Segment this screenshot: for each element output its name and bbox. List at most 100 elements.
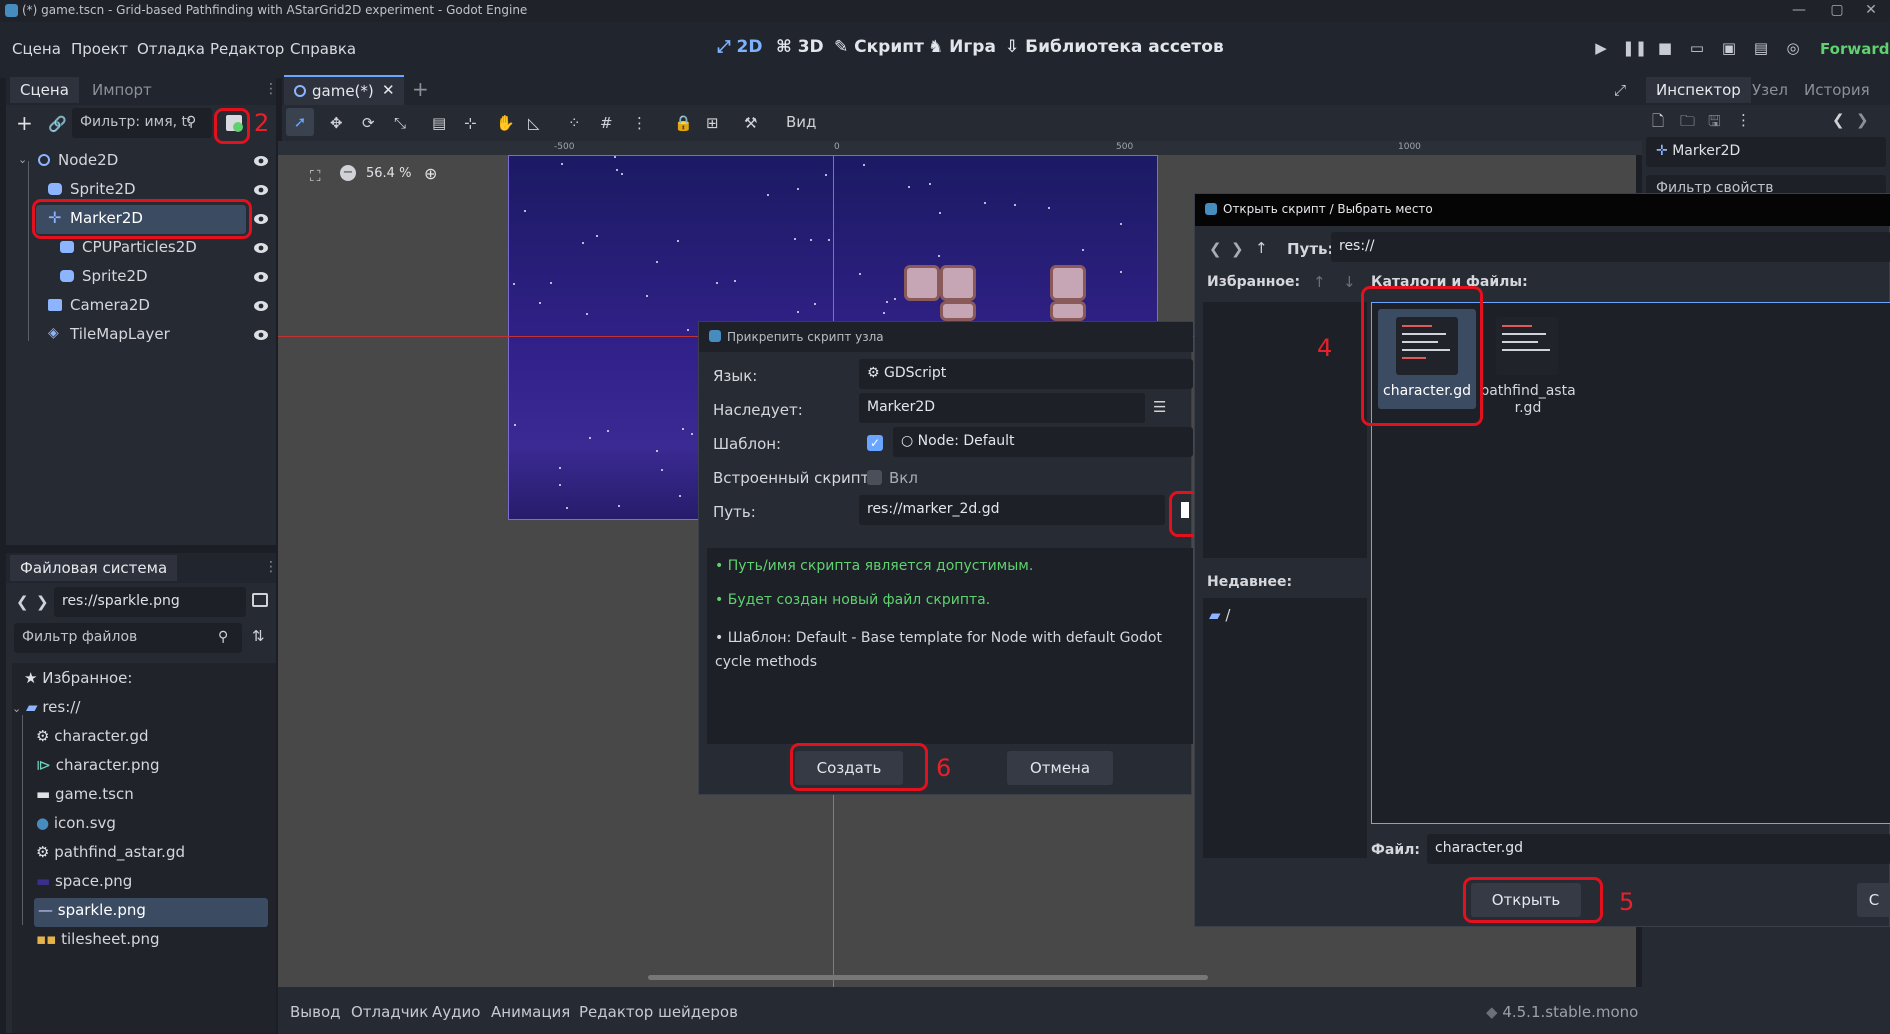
tab-node[interactable]: Узел (1742, 77, 1798, 103)
fs-item[interactable]: ⚙ pathfind_astar.gd (36, 843, 185, 872)
history-back-icon[interactable]: ❮ (1832, 111, 1845, 129)
dialog-cancel-button[interactable]: С (1857, 883, 1890, 917)
select-tool-icon[interactable]: ➚ (286, 108, 314, 136)
fs-item[interactable]: ▬ space.png (36, 872, 132, 901)
dialog-path-input[interactable]: res:// (1331, 232, 1890, 262)
forward-icon[interactable]: ❯ (1231, 240, 1244, 258)
tree-item-camera2d[interactable]: Camera2D (18, 292, 276, 321)
workspace-assetlib-button[interactable]: ⇩ Библиотека ассетов (1005, 37, 1224, 57)
visibility-eye-icon[interactable] (253, 271, 269, 283)
zoom-level[interactable]: 56.4 % (366, 166, 411, 181)
move-tool-icon[interactable]: ✥ (330, 114, 343, 132)
workspace-3d-button[interactable]: ⌘ 3D (776, 37, 824, 57)
close-window-button[interactable]: ✕ (1852, 0, 1890, 22)
snap-options-icon[interactable]: ⋮ (632, 114, 647, 132)
open-folder-icon[interactable]: 🗀 (1680, 111, 1695, 136)
new-resource-icon[interactable]: 🗋 (1652, 111, 1664, 136)
visibility-eye-icon[interactable] (253, 300, 269, 312)
bone-tool-icon[interactable]: ⚒ (744, 114, 757, 132)
visibility-eye-icon[interactable] (253, 155, 269, 167)
tab-game-scene[interactable]: game(*) ✕ (284, 75, 404, 105)
instance-scene-icon[interactable]: 🔗 (48, 115, 67, 133)
stop-icon[interactable]: ■ (1654, 39, 1676, 61)
path-input[interactable]: res://marker_2d.gd (859, 495, 1165, 525)
menu-debug[interactable]: Отладка (137, 40, 205, 58)
tree-item-sprite2d-2[interactable]: Sprite2D (18, 263, 276, 292)
tab-output[interactable]: Вывод (290, 1003, 341, 1021)
fs-favorites[interactable]: ★ Избранное: (24, 669, 132, 687)
tab-scene[interactable]: Сцена (10, 77, 79, 103)
visibility-eye-icon[interactable] (253, 213, 269, 225)
movie-maker-icon[interactable]: ◎ (1782, 39, 1804, 61)
scale-tool-icon[interactable]: ⤡ (394, 114, 406, 132)
menu-project[interactable]: Проект (71, 40, 128, 58)
forward-icon[interactable]: ❯ (36, 593, 49, 611)
new-tab-icon[interactable]: + (412, 77, 429, 101)
pan-tool-icon[interactable]: ✋ (496, 114, 515, 132)
template-checkbox[interactable]: ✓ (867, 435, 883, 451)
inspected-object-selector[interactable]: ✛ Marker2D (1646, 137, 1886, 167)
more-icon[interactable]: ⋮ (1736, 111, 1751, 129)
workspace-game-button[interactable]: ♞ Игра (928, 37, 996, 57)
split-view-icon[interactable] (252, 593, 268, 607)
save-icon[interactable]: 🖫 (1708, 111, 1721, 136)
visibility-eye-icon[interactable] (253, 329, 269, 341)
fs-item[interactable]: ⧐ character.png (36, 756, 160, 785)
template-select[interactable]: ○ Node: Default (893, 427, 1193, 457)
tab-inspector[interactable]: Инспектор (1646, 77, 1751, 103)
history-forward-icon[interactable]: ❯ (1856, 111, 1869, 129)
language-select[interactable]: ⚙ GDScript (859, 359, 1193, 389)
tree-item-tilemaplayer[interactable]: ◈ TileMapLayer (18, 321, 276, 350)
pivot-tool-icon[interactable]: ⊹ (464, 114, 477, 132)
ruler-tool-icon[interactable]: ◺ (528, 114, 540, 132)
dock-menu-icon[interactable]: ⋮ (264, 559, 278, 575)
rotate-tool-icon[interactable]: ⟳ (362, 114, 375, 132)
workspace-2d-button[interactable]: ⤢ 2D (717, 37, 762, 57)
menu-editor[interactable]: Редактор (210, 40, 284, 58)
smart-snap-icon[interactable]: ⁘ (568, 114, 581, 132)
play-icon[interactable]: ▶ (1590, 39, 1612, 61)
sort-icon[interactable]: ⇅ (252, 627, 265, 645)
tree-item-cpuparticles2d[interactable]: CPUParticles2D (18, 234, 276, 263)
favorites-list[interactable] (1203, 302, 1367, 558)
tab-animation[interactable]: Анимация (491, 1003, 570, 1021)
fs-path-field[interactable]: res://sparkle.png (54, 587, 246, 617)
move-up-icon[interactable]: ↑ (1313, 273, 1326, 291)
grid-snap-icon[interactable]: # (600, 114, 613, 132)
inherits-input[interactable]: Marker2D (859, 393, 1145, 423)
cancel-button[interactable]: Отмена (1007, 751, 1113, 785)
workspace-script-button[interactable]: ✎ Скрипт (834, 37, 924, 57)
zoom-out-icon[interactable]: − (340, 165, 356, 181)
fullscreen-icon[interactable]: ⤢ (1614, 81, 1626, 99)
class-tree-icon[interactable]: ☰ (1153, 398, 1166, 416)
visibility-eye-icon[interactable] (253, 242, 269, 254)
tab-debugger[interactable]: Отладчик (351, 1003, 428, 1021)
menu-scene[interactable]: Сцена (12, 40, 61, 58)
minimize-button[interactable]: — (1780, 0, 1818, 22)
tab-filesystem[interactable]: Файловая система (10, 555, 178, 581)
center-view-icon[interactable]: ⛶ (310, 167, 321, 185)
fs-root[interactable]: ⌄ ▰ res:// (12, 698, 80, 716)
back-icon[interactable]: ❮ (1209, 240, 1222, 258)
fs-item[interactable]: ⚙ character.gd (36, 727, 149, 756)
tree-item-node2d[interactable]: ⌄ Node2D (18, 147, 276, 176)
remote-debug-icon[interactable]: ▭ (1686, 39, 1708, 61)
recent-item[interactable]: ▰ / (1209, 606, 1230, 624)
tab-shader-editor[interactable]: Редактор шейдеров (579, 1003, 738, 1021)
back-icon[interactable]: ❮ (16, 593, 29, 611)
dock-menu-icon[interactable]: ⋮ (264, 81, 278, 97)
close-tab-icon[interactable]: ✕ (382, 81, 395, 99)
zoom-in-icon[interactable]: ⊕ (424, 164, 437, 183)
fs-item[interactable]: ▬ game.tscn (36, 785, 134, 814)
parent-folder-icon[interactable]: ↑ (1255, 239, 1268, 257)
tab-history[interactable]: История (1794, 77, 1880, 103)
move-down-icon[interactable]: ↓ (1343, 273, 1356, 291)
visibility-eye-icon[interactable] (253, 184, 269, 196)
tab-audio[interactable]: Аудио (432, 1003, 480, 1021)
file-name-input[interactable]: character.gd (1427, 834, 1890, 864)
lock-icon[interactable]: 🔒 (674, 114, 693, 132)
renderer-selector[interactable]: Forward+ (1820, 40, 1890, 58)
fs-filter-input[interactable]: Фильтр файлов (14, 623, 242, 653)
list-select-icon[interactable]: ▤ (432, 114, 446, 132)
menu-help[interactable]: Справка (290, 40, 356, 58)
